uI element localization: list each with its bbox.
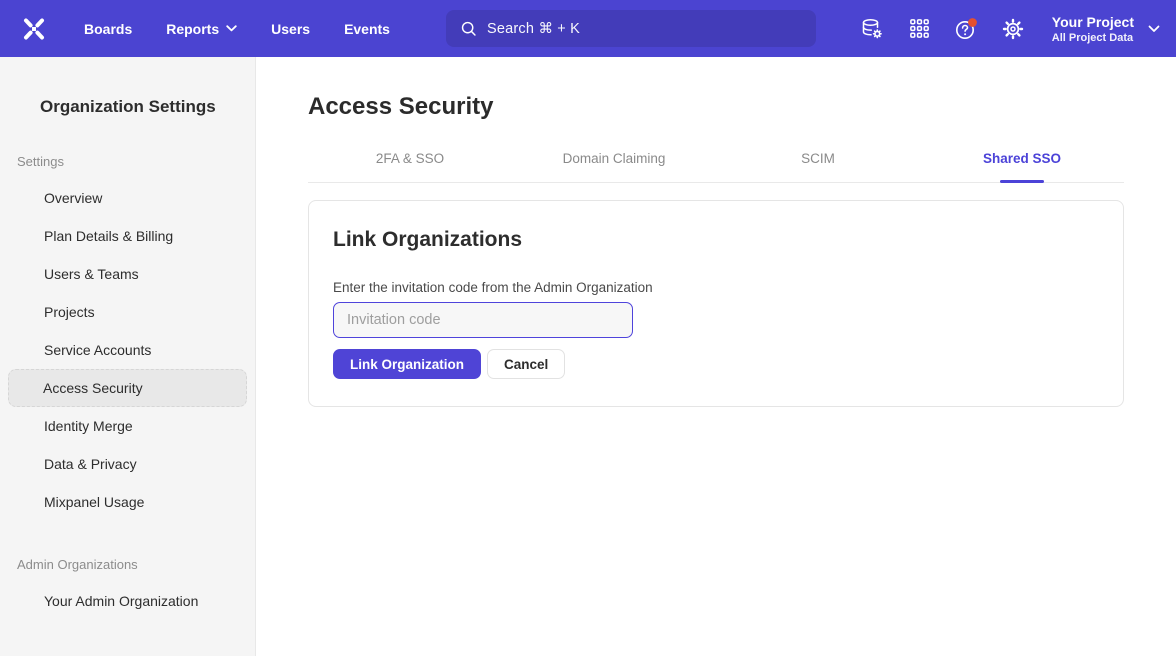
search-input[interactable]: Search ⌘ + K <box>446 10 816 47</box>
sidebar-item-mixpanel-usage[interactable]: Mixpanel Usage <box>8 483 247 521</box>
tab-shared-sso[interactable]: Shared SSO <box>920 151 1124 182</box>
tab-domain-claiming[interactable]: Domain Claiming <box>512 151 716 182</box>
chevron-down-icon <box>1148 25 1160 33</box>
sidebar-admin-items: Your Admin Organization <box>0 582 255 620</box>
sidebar-item-projects[interactable]: Projects <box>8 293 247 331</box>
project-data-scope: All Project Data <box>1052 31 1134 45</box>
nav-item-reports[interactable]: Reports <box>166 21 237 37</box>
sidebar-item-label: Data & Privacy <box>44 456 137 472</box>
nav-item-label: Reports <box>166 21 219 37</box>
nav-item-label: Users <box>271 21 310 37</box>
sidebar-item-label: Access Security <box>43 380 143 396</box>
mixpanel-logo-icon[interactable] <box>20 15 48 43</box>
nav-item-users[interactable]: Users <box>271 21 310 37</box>
sidebar-item-label: Projects <box>44 304 95 320</box>
search-icon <box>460 20 477 37</box>
top-navbar: Boards Reports Users Events Search ⌘ + K <box>0 0 1176 57</box>
apps-grid-icon[interactable] <box>903 12 936 45</box>
sidebar-title: Organization Settings <box>40 97 255 117</box>
sidebar-item-label: Service Accounts <box>44 342 151 358</box>
nav-item-label: Events <box>344 21 390 37</box>
link-organizations-card: Link Organizations Enter the invitation … <box>308 200 1124 407</box>
sidebar-item-label: Plan Details & Billing <box>44 228 173 244</box>
invitation-code-input[interactable] <box>333 302 633 338</box>
button-row: Link Organization Cancel <box>333 349 1099 379</box>
tab-2fa-sso[interactable]: 2FA & SSO <box>308 151 512 182</box>
nav-item-events[interactable]: Events <box>344 21 390 37</box>
chevron-down-icon <box>226 25 237 32</box>
main-content: Access Security 2FA & SSO Domain Claimin… <box>256 57 1176 656</box>
sidebar-section-label-settings: Settings <box>17 154 255 169</box>
tab-label: 2FA & SSO <box>376 151 444 166</box>
project-selector[interactable]: Your Project All Project Data <box>1052 13 1160 45</box>
sidebar-item-data-privacy[interactable]: Data & Privacy <box>8 445 247 483</box>
search-placeholder: Search ⌘ + K <box>487 21 580 37</box>
sidebar-item-your-admin-organization[interactable]: Your Admin Organization <box>8 582 247 620</box>
project-name: Your Project <box>1052 13 1134 31</box>
nav-item-label: Boards <box>84 21 132 37</box>
sidebar-item-overview[interactable]: Overview <box>8 179 247 217</box>
sidebar-item-access-security[interactable]: Access Security <box>8 369 247 407</box>
invitation-code-label: Enter the invitation code from the Admin… <box>333 280 1099 295</box>
sidebar-item-label: Your Admin Organization <box>44 593 198 609</box>
settings-sidebar: Organization Settings Settings Overview … <box>0 57 256 656</box>
data-management-icon[interactable] <box>856 12 889 45</box>
primary-nav: Boards Reports Users Events <box>84 21 390 37</box>
card-title: Link Organizations <box>333 228 1099 252</box>
sidebar-item-label: Users & Teams <box>44 266 139 282</box>
sidebar-settings-items: Overview Plan Details & Billing Users & … <box>0 179 255 521</box>
cancel-button[interactable]: Cancel <box>487 349 565 379</box>
sidebar-item-label: Mixpanel Usage <box>44 494 144 510</box>
tab-bar: 2FA & SSO Domain Claiming SCIM Shared SS… <box>308 151 1124 183</box>
sidebar-item-identity-merge[interactable]: Identity Merge <box>8 407 247 445</box>
tab-label: SCIM <box>801 151 835 166</box>
help-icon[interactable] <box>950 12 983 45</box>
tab-label: Domain Claiming <box>563 151 666 166</box>
sidebar-item-users-teams[interactable]: Users & Teams <box>8 255 247 293</box>
navbar-right-cluster: Your Project All Project Data <box>842 12 1160 45</box>
nav-item-boards[interactable]: Boards <box>84 21 132 37</box>
sidebar-section-label-admin-organizations: Admin Organizations <box>17 557 255 572</box>
page-title: Access Security <box>308 93 1124 121</box>
sidebar-item-service-accounts[interactable]: Service Accounts <box>8 331 247 369</box>
link-organization-button[interactable]: Link Organization <box>333 349 481 379</box>
notification-dot <box>968 18 977 27</box>
sidebar-item-label: Identity Merge <box>44 418 133 434</box>
tab-scim[interactable]: SCIM <box>716 151 920 182</box>
sidebar-item-plan-details-billing[interactable]: Plan Details & Billing <box>8 217 247 255</box>
sidebar-item-label: Overview <box>44 190 102 206</box>
gear-icon[interactable] <box>997 12 1030 45</box>
tab-label: Shared SSO <box>983 151 1061 166</box>
